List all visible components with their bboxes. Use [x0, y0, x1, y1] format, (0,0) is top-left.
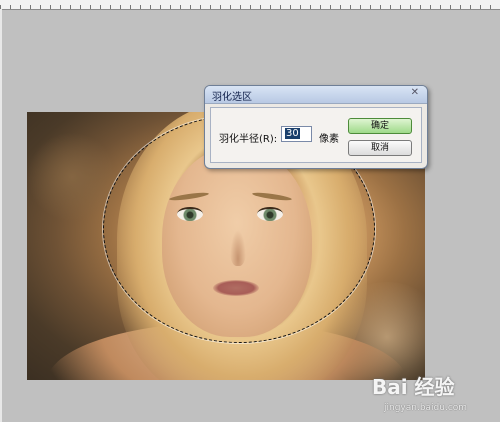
feather-radius-input[interactable]: 30	[281, 126, 312, 142]
baidu-jingyan-watermark: Bai 经验 jingyan.baidu.com	[372, 371, 497, 421]
close-icon[interactable]: ✕	[411, 87, 419, 98]
watermark-url: jingyan.baidu.com	[384, 403, 468, 413]
ok-button[interactable]: 确定	[348, 118, 412, 134]
watermark-main-text: Bai 经验	[372, 375, 455, 399]
dialog-title: 羽化选区	[212, 92, 252, 103]
cancel-button[interactable]: 取消	[348, 140, 412, 156]
dialog-titlebar[interactable]: 羽化选区 ✕	[205, 86, 427, 104]
left-ruler	[0, 9, 2, 422]
feather-radius-label: 羽化半径(R):	[219, 134, 278, 145]
background-bokeh	[27, 132, 117, 222]
top-ruler	[0, 0, 500, 10]
feather-radius-value: 30	[285, 128, 300, 139]
pixel-unit-label: 像素	[319, 134, 339, 145]
feather-selection-dialog: 羽化选区 ✕ 羽化半径(R): 30 像素 确定 取消	[204, 85, 428, 169]
